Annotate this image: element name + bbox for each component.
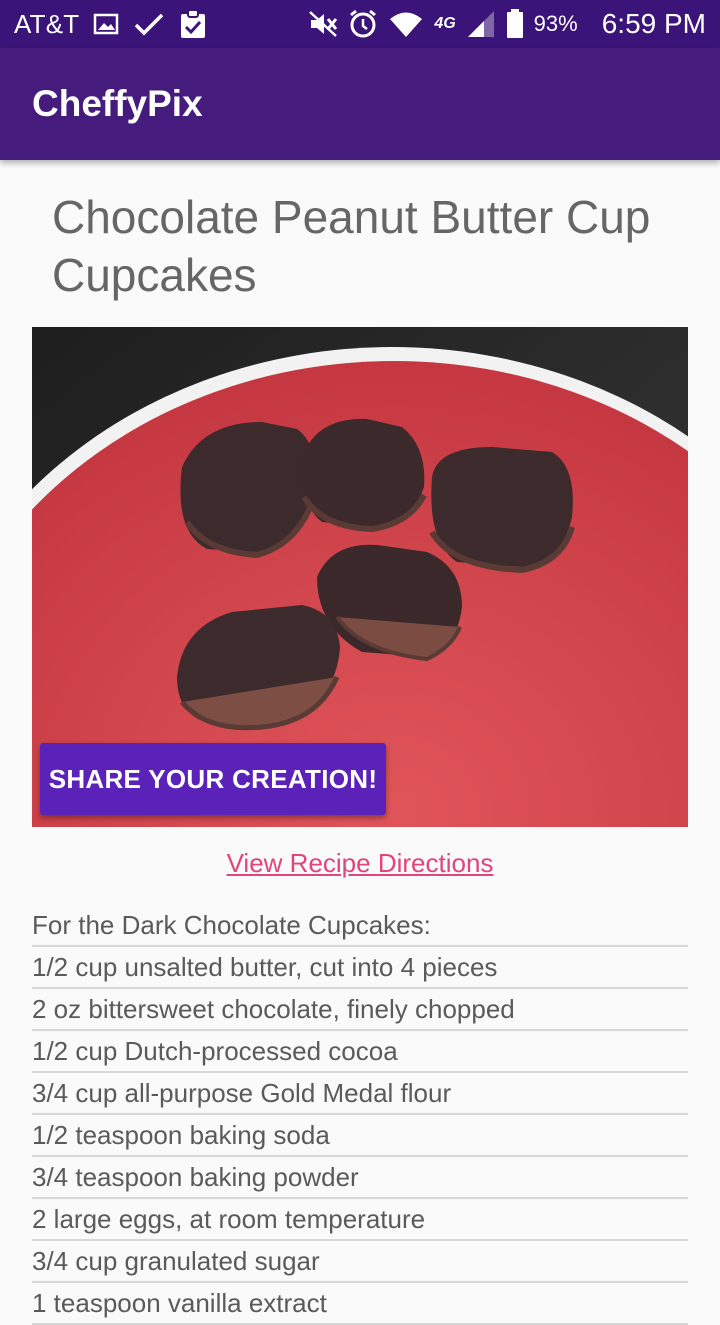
carrier-label: AT&T (14, 8, 80, 39)
ingredient-item: 1/2 cup unsalted butter, cut into 4 piec… (32, 947, 688, 989)
clipboard-check-icon (179, 9, 207, 39)
ingredient-item: 1/2 teaspoon baking soda (32, 1115, 688, 1157)
ingredient-item: 1 teaspoon vanilla extract (32, 1283, 688, 1325)
ingredient-item: 3/4 cup all-purpose Gold Medal flour (32, 1073, 688, 1115)
signal-icon (466, 10, 496, 38)
view-recipe-directions-link[interactable]: View Recipe Directions (0, 848, 720, 879)
ingredients-list: For the Dark Chocolate Cupcakes: 1/2 cup… (32, 905, 688, 1325)
ingredient-item: 2 large eggs, at room temperature (32, 1199, 688, 1241)
status-bar: AT&T 4G 93% 6:59 PM (0, 0, 720, 48)
clock-time: 6:59 PM (601, 8, 706, 39)
ingredient-item: 2 oz bittersweet chocolate, finely chopp… (32, 989, 688, 1031)
wifi-icon (388, 10, 424, 38)
alarm-icon (348, 9, 378, 39)
share-creation-button[interactable]: SHARE YOUR CREATION! (40, 743, 386, 815)
battery-icon (506, 9, 524, 39)
recipe-title: Chocolate Peanut Butter Cup Cupcakes (52, 191, 651, 301)
ingredient-item: For the Dark Chocolate Cupcakes: (32, 905, 688, 947)
ingredient-item: 1/2 cup Dutch-processed cocoa (32, 1031, 688, 1073)
ingredient-item: 3/4 cup granulated sugar (32, 1241, 688, 1283)
network-type-label: 4G (434, 15, 456, 32)
gallery-icon (93, 12, 119, 36)
battery-percent: 93% (533, 11, 578, 36)
check-icon (133, 12, 165, 36)
mute-icon (308, 10, 338, 38)
app-title: CheffyPix (32, 83, 203, 124)
app-bar: CheffyPix (0, 48, 720, 160)
ingredient-item: 3/4 teaspoon baking powder (32, 1157, 688, 1199)
